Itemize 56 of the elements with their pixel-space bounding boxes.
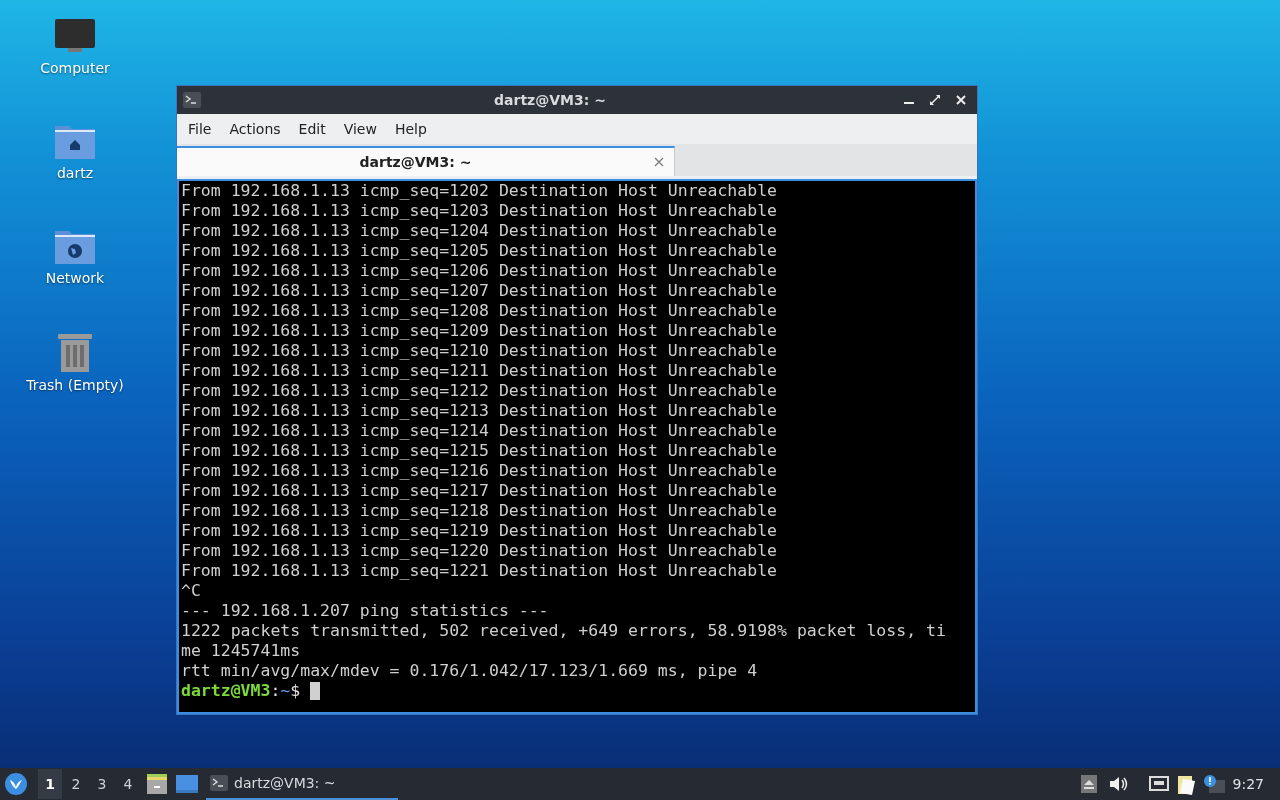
terminal-line: From 192.168.1.13 icmp_seq=1206 Destination Host Unreachable xyxy=(181,261,779,281)
prompt-user: dartz@VM3 xyxy=(181,681,271,701)
terminal-line: --- 192.168.1.207 ping statistics --- xyxy=(181,601,550,621)
terminal-line: rtt min/avg/max/mdev = 0.176/1.042/17.123/1.669 ms, pipe 4 xyxy=(181,661,759,681)
terminal-line: From 192.168.1.13 icmp_seq=1218 Destination Host Unreachable xyxy=(181,501,779,521)
notification-icon[interactable] xyxy=(1202,774,1225,794)
prompt-symbol: $ xyxy=(290,681,301,701)
workspace-button[interactable]: 2 xyxy=(64,769,88,799)
text-cursor xyxy=(310,682,321,700)
terminal-icon xyxy=(183,92,201,108)
terminal-line: From 192.168.1.13 icmp_seq=1211 Destination Host Unreachable xyxy=(181,361,779,381)
eject-icon[interactable] xyxy=(1080,775,1097,793)
terminal-line: me 1245741ms xyxy=(181,641,302,661)
prompt-separator: : xyxy=(270,681,281,701)
terminal-icon xyxy=(210,775,228,791)
terminal-line: From 192.168.1.13 icmp_seq=1207 Destination Host Unreachable xyxy=(181,281,779,301)
file-cabinet-icon[interactable] xyxy=(146,774,168,794)
terminal-area[interactable] xyxy=(177,179,977,714)
terminal-line: From 192.168.1.13 icmp_seq=1221 Destination Host Unreachable xyxy=(181,561,779,581)
desktop-icon-label[interactable]: Network xyxy=(45,270,105,286)
terminal-line: From 192.168.1.13 icmp_seq=1205 Destination Host Unreachable xyxy=(181,241,779,261)
terminal-line: 1222 packets transmitted, 502 received, +649 errors, 58.9198% packet loss, ti xyxy=(181,621,947,641)
menu-item[interactable]: Help xyxy=(385,117,436,141)
desktop-icon-label[interactable]: Trash (Empty) xyxy=(26,377,124,393)
terminal-line: From 192.168.1.13 icmp_seq=1210 Destination Host Unreachable xyxy=(181,341,779,361)
terminal-tab[interactable]: dartz@VM3: ~ xyxy=(177,146,675,176)
terminal-line: From 192.168.1.13 icmp_seq=1215 Destination Host Unreachable xyxy=(181,441,779,461)
workspace-button[interactable]: 3 xyxy=(90,769,114,799)
maximize-icon[interactable] xyxy=(930,95,940,105)
terminal-line: From 192.168.1.13 icmp_seq=1204 Destination Host Unreachable xyxy=(181,221,779,241)
window-title: dartz@VM3: ~ xyxy=(493,92,607,108)
menu-item[interactable]: View xyxy=(334,117,386,141)
prompt-path: ~ xyxy=(280,681,291,701)
workspace-button[interactable]: 4 xyxy=(116,769,140,799)
terminal-line: From 192.168.1.13 icmp_seq=1219 Destination Host Unreachable xyxy=(181,521,779,541)
terminal-line: From 192.168.1.13 icmp_seq=1214 Destination Host Unreachable xyxy=(181,421,779,441)
menu-item[interactable]: File xyxy=(179,117,221,141)
speaker-icon[interactable] xyxy=(1108,776,1129,792)
terminal-line: ^C xyxy=(181,581,202,601)
terminal-line: From 192.168.1.13 icmp_seq=1209 Destination Host Unreachable xyxy=(181,321,779,341)
notes-icon[interactable] xyxy=(1176,773,1197,795)
terminal-line: From 192.168.1.13 icmp_seq=1220 Destination Host Unreachable xyxy=(181,541,779,561)
terminal-line: From 192.168.1.13 icmp_seq=1217 Destination Host Unreachable xyxy=(181,481,779,501)
desktop-icon-label[interactable]: dartz xyxy=(56,165,94,181)
network-port-icon[interactable] xyxy=(1148,775,1169,793)
clock[interactable]: 9:27 xyxy=(1226,776,1276,792)
terminal-line: From 192.168.1.13 icmp_seq=1202 Destination Host Unreachable xyxy=(181,181,779,201)
taskbar-task[interactable]: dartz@VM3: ~ xyxy=(206,768,398,800)
terminal-line: From 192.168.1.13 icmp_seq=1208 Destination Host Unreachable xyxy=(181,301,779,321)
menu-item[interactable]: Actions xyxy=(220,117,290,141)
workspace-button[interactable]: 1 xyxy=(38,769,62,799)
terminal-line: From 192.168.1.13 icmp_seq=1203 Destination Host Unreachable xyxy=(181,201,779,221)
menu-item[interactable]: Edit xyxy=(289,117,335,141)
terminal-line: From 192.168.1.13 icmp_seq=1216 Destination Host Unreachable xyxy=(181,461,779,481)
terminal-line: From 192.168.1.13 icmp_seq=1212 Destination Host Unreachable xyxy=(181,381,779,401)
terminal-line: From 192.168.1.13 icmp_seq=1213 Destination Host Unreachable xyxy=(181,401,779,421)
